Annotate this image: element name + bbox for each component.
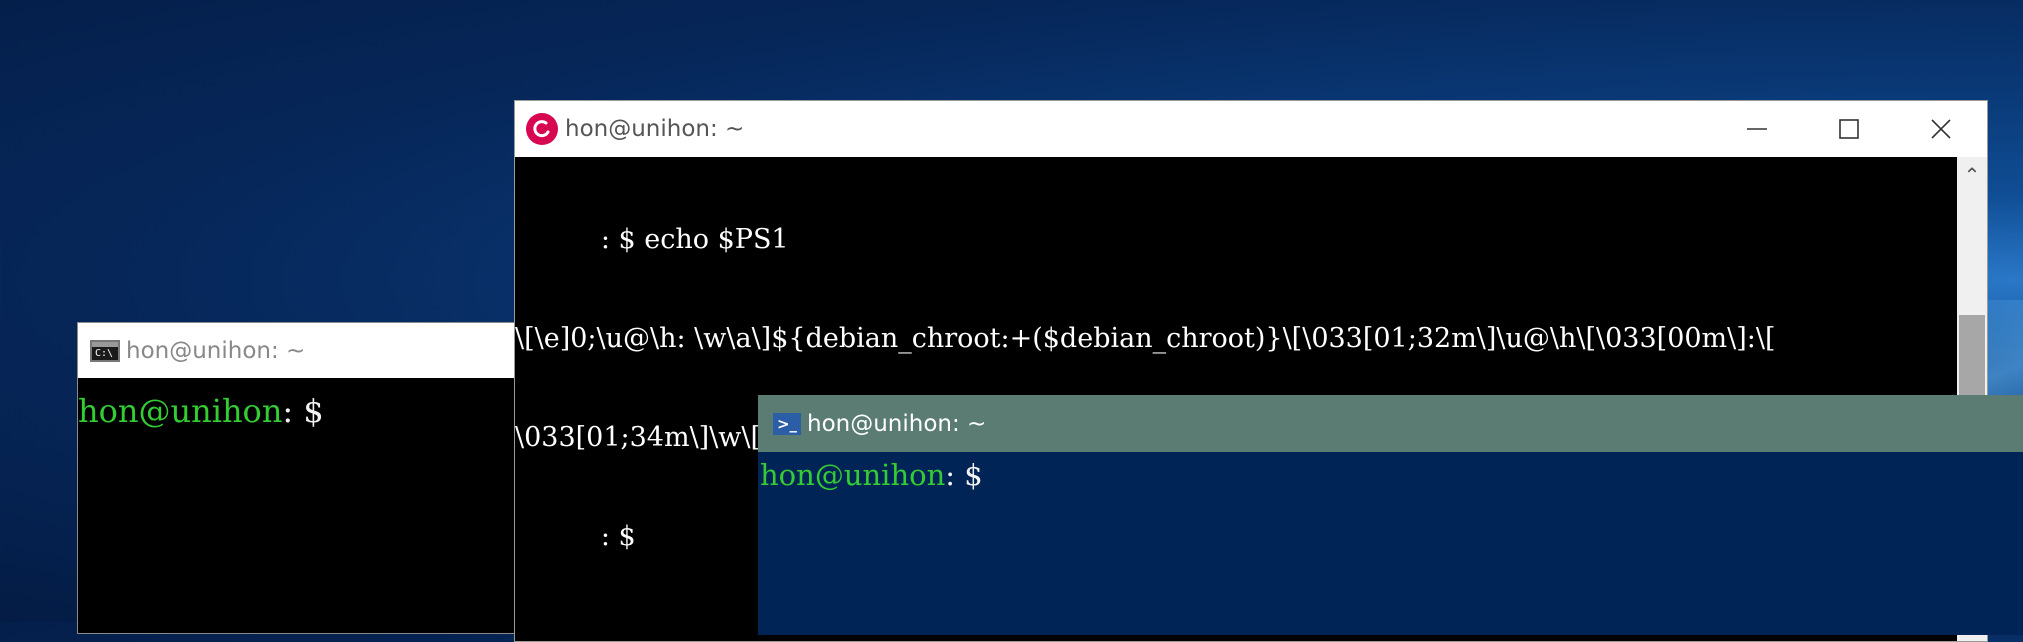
scroll-up-arrow-icon[interactable]: ⌃ <box>1957 163 1987 187</box>
output-line: : $ echo $PS1 <box>515 224 789 255</box>
output-line: \[\e]0;\u@\h: \w\a\]${debian_chroot:+($d… <box>515 323 1776 354</box>
powershell-terminal-area[interactable]: hon@unihon: $ <box>758 452 2023 635</box>
maximize-button[interactable] <box>1803 101 1895 157</box>
powershell-title-bar[interactable]: >_ hon@unihon: ~ <box>758 395 2023 452</box>
cmd-title-bar[interactable]: C:\ hon@unihon: ~ <box>78 323 515 378</box>
maximize-icon <box>1839 119 1859 139</box>
cmd-icon: C:\ <box>90 339 120 362</box>
debian-title: hon@unihon: ~ <box>565 116 745 142</box>
prompt-user: hon@unihon <box>760 458 946 492</box>
close-icon <box>1931 119 1951 139</box>
prompt-suffix: : $ <box>945 458 983 492</box>
debian-title-bar[interactable]: hon@unihon: ~ <box>515 101 1987 157</box>
close-button[interactable] <box>1895 101 1987 157</box>
cmd-terminal-window[interactable]: C:\ hon@unihon: ~ hon@unihon: $ <box>77 322 516 634</box>
prompt-user: hon@unihon <box>78 392 283 430</box>
powershell-icon: >_ <box>773 412 801 435</box>
minimize-icon <box>1747 128 1767 130</box>
cmd-title: hon@unihon: ~ <box>126 337 306 364</box>
cmd-prompt-line: hon@unihon: $ <box>78 392 324 430</box>
prompt-suffix: : $ <box>282 392 324 430</box>
powershell-title: hon@unihon: ~ <box>807 410 987 437</box>
cmd-terminal-area[interactable]: hon@unihon: $ <box>78 378 515 633</box>
powershell-prompt-line: hon@unihon: $ <box>760 458 983 492</box>
debian-swirl-icon <box>526 113 558 145</box>
minimize-button[interactable] <box>1711 101 1803 157</box>
powershell-terminal-window[interactable]: >_ hon@unihon: ~ hon@unihon: $ <box>758 395 2023 635</box>
